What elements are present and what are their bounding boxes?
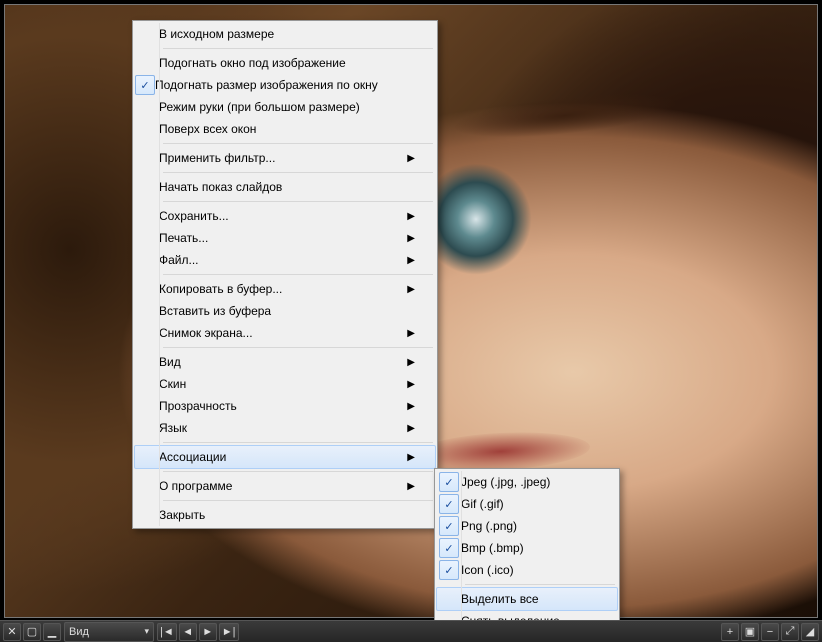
menu-slideshow[interactable]: Начать показ слайдов <box>135 176 435 198</box>
menu-screenshot[interactable]: Снимок экрана...▶ <box>135 322 435 344</box>
context-menu: В исходном размере Подогнать окно под из… <box>132 20 438 529</box>
zoom-out-button[interactable]: − <box>761 623 779 641</box>
menu-apply-filter[interactable]: Применить фильтр...▶ <box>135 147 435 169</box>
menu-about[interactable]: О программе▶ <box>135 475 435 497</box>
bottom-toolbar: ✕ ▢ ▁ Вид ▾ |◄ ◄ ► ►| + ▣ − ⤢ ◢ <box>0 620 822 642</box>
minimize-icon: ▁ <box>48 625 56 638</box>
menu-transparency[interactable]: Прозрачность▶ <box>135 395 435 417</box>
submenu-bmp[interactable]: ✓Bmp (.bmp) <box>437 537 617 559</box>
first-button[interactable]: |◄ <box>157 623 177 641</box>
fullscreen-icon: ⤢ <box>786 625 795 638</box>
menu-skin[interactable]: Скин▶ <box>135 373 435 395</box>
check-icon: ✓ <box>135 75 155 95</box>
menu-file[interactable]: Файл...▶ <box>135 249 435 271</box>
menu-separator <box>163 347 433 348</box>
menu-hand-mode[interactable]: Режим руки (при большом размере) <box>135 96 435 118</box>
menu-copy-to-clipboard[interactable]: Копировать в буфер...▶ <box>135 278 435 300</box>
prev-button[interactable]: ◄ <box>179 623 197 641</box>
menu-save[interactable]: Сохранить...▶ <box>135 205 435 227</box>
last-icon: ►| <box>222 626 236 638</box>
check-icon: ✓ <box>439 494 459 514</box>
menu-associations[interactable]: Ассоциации▶ <box>134 445 436 469</box>
prev-icon: ◄ <box>182 626 193 638</box>
menu-language[interactable]: Язык▶ <box>135 417 435 439</box>
submenu-jpeg[interactable]: ✓Jpeg (.jpg, .jpeg) <box>437 471 617 493</box>
check-icon: ✓ <box>439 472 459 492</box>
grip-icon: ◢ <box>806 625 814 638</box>
menu-original-size[interactable]: В исходном размере <box>135 23 435 45</box>
next-button[interactable]: ► <box>199 623 217 641</box>
view-dropdown[interactable]: Вид ▾ <box>64 622 154 642</box>
submenu-arrow-icon: ▶ <box>405 233 415 244</box>
resize-grip[interactable]: ◢ <box>801 623 819 641</box>
menu-view[interactable]: Вид▶ <box>135 351 435 373</box>
submenu-arrow-icon: ▶ <box>405 481 415 492</box>
submenu-arrow-icon: ▶ <box>405 423 415 434</box>
fit-icon: ▣ <box>745 625 755 638</box>
menu-always-on-top[interactable]: Поверх всех окон <box>135 118 435 140</box>
fullscreen-button[interactable]: ⤢ <box>781 623 799 641</box>
menu-separator <box>163 172 433 173</box>
menu-separator <box>163 471 433 472</box>
square-icon: ▢ <box>27 625 37 638</box>
check-icon: ✓ <box>439 560 459 580</box>
close-button[interactable]: ✕ <box>3 623 21 641</box>
menu-separator <box>163 48 433 49</box>
submenu-gif[interactable]: ✓Gif (.gif) <box>437 493 617 515</box>
fit-button[interactable]: ▣ <box>741 623 759 641</box>
submenu-png[interactable]: ✓Png (.png) <box>437 515 617 537</box>
context-submenu-associations: ✓Jpeg (.jpg, .jpeg) ✓Gif (.gif) ✓Png (.p… <box>434 468 620 635</box>
menu-fit-window-to-image[interactable]: Подогнать окно под изображение <box>135 52 435 74</box>
menu-separator <box>163 143 433 144</box>
submenu-icon[interactable]: ✓Icon (.ico) <box>437 559 617 581</box>
menu-separator <box>163 500 433 501</box>
submenu-select-all[interactable]: Выделить все <box>436 587 618 611</box>
menu-separator <box>163 274 433 275</box>
next-icon: ► <box>202 626 213 638</box>
menu-separator <box>465 584 615 585</box>
first-icon: |◄ <box>160 626 174 638</box>
minimize-button[interactable]: ▁ <box>43 623 61 641</box>
menu-close[interactable]: Закрыть <box>135 504 435 526</box>
check-icon: ✓ <box>439 538 459 558</box>
menu-separator <box>163 442 433 443</box>
submenu-arrow-icon: ▶ <box>405 211 415 222</box>
view-label: Вид <box>69 626 89 638</box>
submenu-arrow-icon: ▶ <box>405 153 415 164</box>
zoom-in-button[interactable]: + <box>721 623 739 641</box>
last-button[interactable]: ►| <box>219 623 239 641</box>
minus-icon: − <box>767 626 773 638</box>
menu-separator <box>163 201 433 202</box>
check-icon: ✓ <box>439 516 459 536</box>
submenu-arrow-icon: ▶ <box>405 401 415 412</box>
maximize-button[interactable]: ▢ <box>23 623 41 641</box>
menu-fit-image-to-window[interactable]: ✓Подогнать размер изображения по окну <box>135 74 435 96</box>
menu-print[interactable]: Печать...▶ <box>135 227 435 249</box>
chevron-down-icon: ▾ <box>144 626 149 637</box>
submenu-arrow-icon: ▶ <box>405 328 415 339</box>
submenu-arrow-icon: ▶ <box>405 357 415 368</box>
menu-paste-from-clipboard[interactable]: Вставить из буфера <box>135 300 435 322</box>
submenu-arrow-icon: ▶ <box>405 379 415 390</box>
submenu-arrow-icon: ▶ <box>405 284 415 295</box>
plus-icon: + <box>727 626 733 638</box>
submenu-arrow-icon: ▶ <box>405 452 415 463</box>
close-icon: ✕ <box>7 625 16 638</box>
submenu-arrow-icon: ▶ <box>405 255 415 266</box>
